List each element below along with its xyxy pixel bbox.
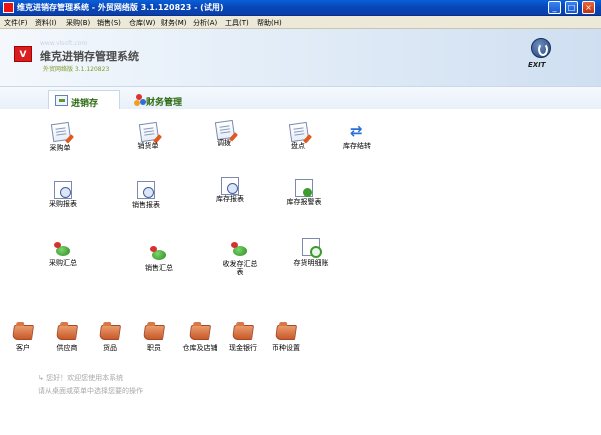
tab-inventory-label: 进销存 — [71, 99, 99, 109]
module-label: 调拨 — [217, 139, 231, 147]
tab-finance-label: 财务管理 — [146, 98, 183, 108]
power-icon — [531, 38, 551, 58]
search-report-icon — [302, 238, 322, 258]
exit-button[interactable]: EXIT — [524, 38, 558, 74]
menu-bar: 文件(F) 资料(I) 采购(B) 销售(S) 仓库(W) 财务(M) 分析(A… — [0, 16, 601, 29]
menu-finance[interactable]: 财务(M) — [161, 18, 187, 28]
module-purchase-report[interactable]: 采购报表 — [35, 179, 91, 223]
module-sales-summary[interactable]: 销售汇总 — [131, 244, 187, 288]
chat-bubble-icon — [231, 240, 249, 258]
chat-bubble-icon — [150, 244, 168, 262]
close-button[interactable]: × — [582, 1, 595, 14]
folder-icon — [142, 325, 166, 340]
module-inventory-report[interactable]: 库存报表 — [202, 177, 258, 221]
title-bar: 维克进销存管理系统 - 外贸网络版 3.1.120823 - (试用) _ □ … — [0, 0, 601, 16]
menu-analysis[interactable]: 分析(A) — [193, 18, 217, 28]
module-label: 销售汇总 — [145, 264, 173, 272]
module-label: 销货单 — [137, 142, 159, 150]
module-label: 库存报表 — [216, 195, 244, 203]
folder-icon — [98, 325, 122, 340]
module-sales-order[interactable]: 销货单 — [120, 121, 176, 165]
tab-inventory[interactable]: 进销存 — [48, 90, 120, 109]
inventory-icon — [55, 95, 68, 106]
clock-report-icon — [221, 177, 239, 195]
menu-warehouse[interactable]: 仓库(W) — [129, 18, 155, 28]
module-label: 库存报警表 — [286, 198, 322, 206]
menu-help[interactable]: 帮助(H) — [257, 18, 282, 28]
edition-label: 外贸网络版 3.1.120823 — [43, 66, 110, 73]
document-pencil-icon — [214, 119, 236, 141]
module-label: 销售报表 — [132, 201, 160, 209]
chat-bubble-icon — [54, 240, 72, 258]
clock-report-icon — [137, 181, 155, 199]
window-title: 维克进销存管理系统 - 外贸网络版 3.1.120823 - (试用) — [17, 3, 224, 12]
module-label: 币种设置 — [272, 344, 300, 352]
sync-arrows-icon — [349, 122, 367, 141]
instruction-message: 请从桌面或菜单中选择您要的操作 — [38, 387, 143, 395]
menu-tools[interactable]: 工具(T) — [225, 18, 249, 28]
document-pencil-icon — [288, 121, 310, 143]
module-label: 库存结转 — [343, 142, 371, 150]
minimize-button[interactable]: _ — [548, 1, 561, 14]
clock-report-icon — [54, 181, 72, 199]
module-inventory-alert-report[interactable]: 库存报警表 — [276, 179, 332, 223]
module-label: 盘点 — [291, 142, 305, 150]
folder-icon — [188, 325, 212, 340]
welcome-message: ↳ 您好！欢迎您使用本系统 — [38, 374, 124, 382]
folder-icon — [11, 325, 35, 340]
app-name: 维克进销存管理系统 — [40, 50, 139, 63]
app-icon[interactable] — [3, 2, 14, 13]
module-purchase-order[interactable]: 采购单 — [32, 121, 88, 165]
exit-label: EXIT — [528, 61, 546, 69]
menu-file[interactable]: 文件(F) — [4, 18, 28, 28]
folder-icon — [55, 325, 79, 340]
maximize-button[interactable]: □ — [565, 1, 578, 14]
module-stock-flow-summary[interactable]: 收发存汇总 表 — [212, 240, 268, 284]
menu-data[interactable]: 资料(I) — [35, 18, 57, 28]
module-label-line2: 表 — [236, 268, 244, 276]
module-currency-settings[interactable]: 币种设置 — [258, 322, 314, 366]
menu-purchase[interactable]: 采购(B) — [66, 18, 90, 28]
module-stocktake[interactable]: 盘点 — [270, 121, 326, 165]
app-header: V www.vlsoft.com 维克进销存管理系统 外贸网络版 3.1.120… — [0, 29, 601, 87]
tab-finance[interactable]: 财务管理 — [128, 90, 198, 109]
module-purchase-summary[interactable]: 采购汇总 — [35, 240, 91, 284]
module-label: 存货明细账 — [293, 259, 329, 267]
module-stock-detail-ledger[interactable]: 存货明细账 — [283, 238, 339, 282]
module-sales-report[interactable]: 销售报表 — [118, 181, 174, 225]
folder-icon — [274, 325, 298, 340]
report-alert-icon — [295, 179, 313, 197]
folder-icon — [231, 325, 255, 340]
document-pencil-icon — [138, 121, 160, 143]
module-label: 采购报表 — [49, 200, 77, 208]
menu-sales[interactable]: 销售(S) — [97, 18, 121, 28]
module-label: 采购单 — [49, 144, 71, 152]
logo: V — [14, 46, 32, 62]
module-inventory-carryover[interactable]: 库存结转 — [329, 121, 385, 165]
module-transfer[interactable]: 调拨 — [196, 119, 252, 163]
module-label: 采购汇总 — [49, 259, 77, 267]
website-watermark: www.vlsoft.com — [40, 40, 88, 47]
tab-bar: 进销存 财务管理 — [0, 87, 601, 109]
document-pencil-icon — [50, 121, 72, 143]
